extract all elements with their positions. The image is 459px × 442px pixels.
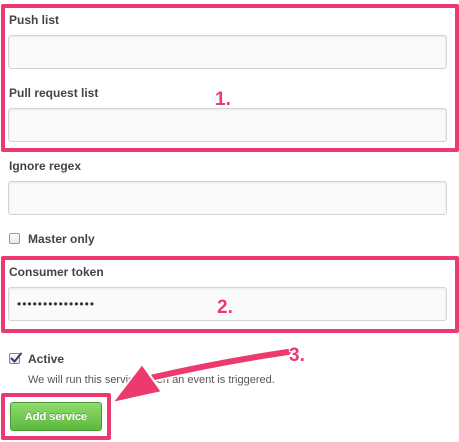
- pull-request-list-label: Pull request list: [9, 86, 99, 100]
- ignore-regex-label: Ignore regex: [9, 159, 82, 173]
- pull-request-list-input[interactable]: [8, 108, 447, 142]
- step1-number: 1.: [215, 89, 231, 110]
- push-list-input[interactable]: [8, 35, 447, 69]
- ignore-regex-input[interactable]: [8, 181, 447, 215]
- add-service-highlight: Add service: [1, 393, 111, 440]
- active-help-text: We will run this service when an event i…: [28, 374, 275, 386]
- master-only-checkbox[interactable]: [9, 233, 20, 244]
- step2-number: 2.: [217, 297, 233, 318]
- master-only-label: Master only: [28, 232, 95, 246]
- push-list-label: Push list: [9, 13, 60, 27]
- active-checkbox[interactable]: [9, 352, 22, 364]
- checkmark-icon: [10, 352, 22, 363]
- step3-number: 3.: [289, 345, 305, 366]
- add-service-button[interactable]: Add service: [10, 402, 102, 431]
- consumer-token-label: Consumer token: [9, 265, 104, 279]
- active-label: Active: [28, 352, 65, 366]
